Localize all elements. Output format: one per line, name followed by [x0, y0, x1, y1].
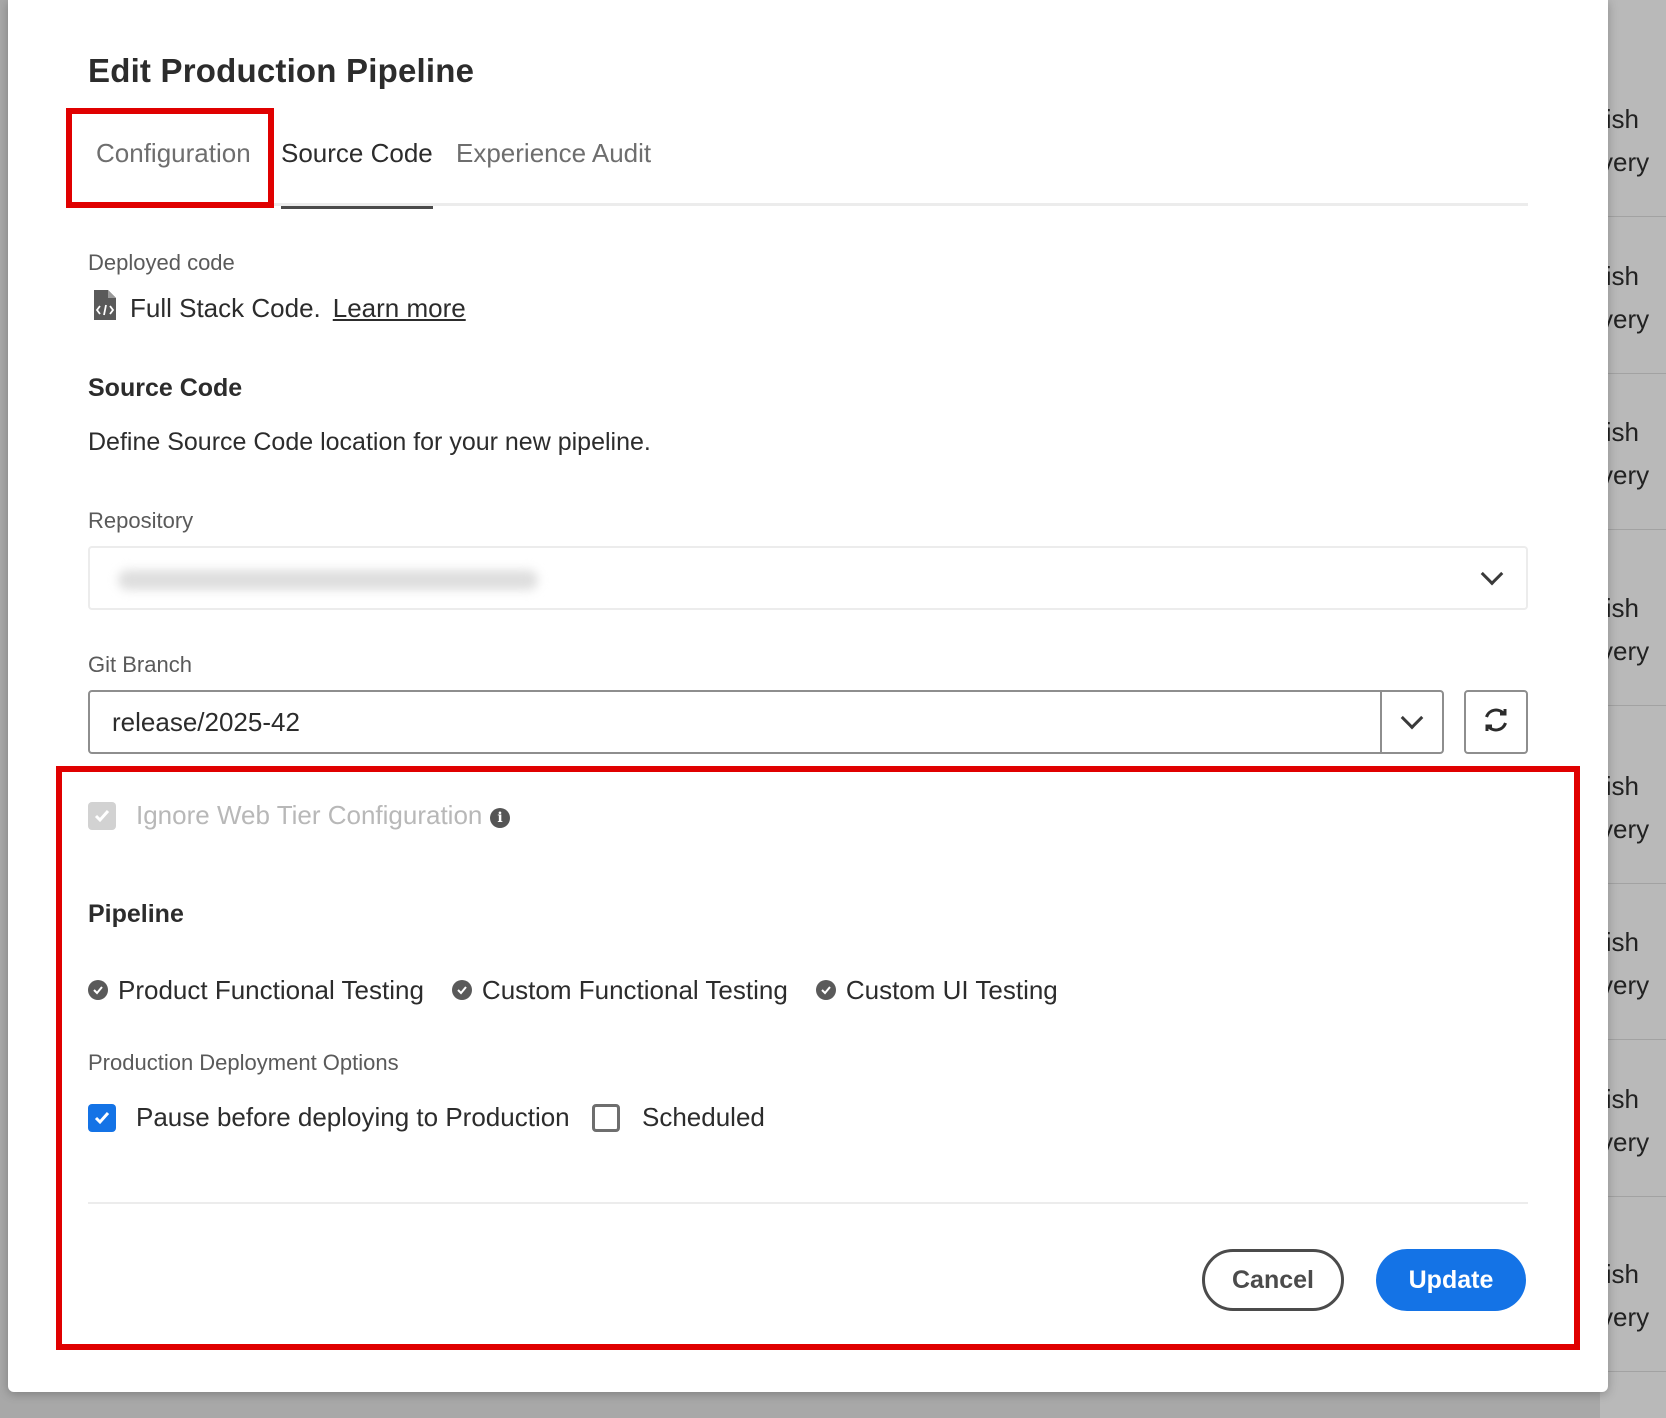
deployed-code-row: Full Stack Code. Learn more [92, 288, 466, 328]
background-row: lish very [1600, 883, 1666, 1040]
deployed-code-label: Deployed code [88, 250, 235, 275]
pipeline-step: Custom Functional Testing [451, 975, 788, 1006]
edit-pipeline-dialog: Edit Production Pipeline Configuration S… [8, 0, 1608, 1392]
git-branch-combobox [88, 690, 1444, 754]
checkmark-circle-icon [88, 980, 108, 1000]
background-row: lish very [1600, 217, 1666, 374]
pipeline-step: Product Functional Testing [88, 975, 424, 1006]
learn-more-link[interactable]: Learn more [333, 293, 466, 324]
tab-configuration[interactable]: Configuration [96, 138, 251, 206]
background-list-strip: lish very lish very lish very lish very … [1600, 0, 1666, 1418]
git-branch-dropdown-button[interactable] [1382, 692, 1442, 752]
chevron-down-icon [1400, 706, 1424, 730]
tab-source-code[interactable]: Source Code [281, 138, 433, 209]
update-button[interactable]: Update [1376, 1249, 1526, 1311]
production-options-label: Production Deployment Options [88, 1050, 399, 1075]
ignore-web-tier-checkbox [88, 802, 116, 830]
background-row: lish very [1600, 727, 1666, 884]
pipeline-heading: Pipeline [88, 900, 184, 928]
cancel-button[interactable]: Cancel [1202, 1249, 1344, 1311]
git-branch-input[interactable] [90, 692, 1382, 752]
source-code-heading: Source Code [88, 374, 243, 402]
background-row: lish very [1600, 373, 1666, 530]
repository-label: Repository [88, 508, 194, 533]
checkmark-circle-icon [815, 980, 836, 1000]
repository-picker[interactable] [88, 546, 1528, 610]
checkmark-circle-icon [451, 980, 472, 1000]
git-branch-label: Git Branch [88, 652, 192, 677]
pipeline-step: Custom UI Testing [815, 975, 1058, 1006]
deployed-code-value: Full Stack Code. [130, 292, 321, 323]
pause-before-production-label: Pause before deploying to Production [136, 1102, 570, 1132]
chevron-down-icon [1480, 562, 1504, 586]
refresh-branches-button[interactable] [1464, 690, 1528, 754]
tab-bar: Configuration Source Code Experience Aud… [88, 128, 1528, 209]
footer-divider [88, 1202, 1528, 1204]
refresh-icon [1481, 705, 1511, 740]
background-row: lish very [1600, 1215, 1666, 1372]
tab-experience-audit[interactable]: Experience Audit [456, 138, 651, 206]
info-icon[interactable]: i [490, 808, 510, 828]
dialog-title: Edit Production Pipeline [88, 52, 475, 89]
background-row: lish very [1600, 1040, 1666, 1197]
scheduled-label: Scheduled [642, 1102, 765, 1132]
scheduled-checkbox[interactable] [592, 1104, 620, 1132]
ignore-web-tier-label: Ignore Web Tier Configuration [136, 800, 483, 830]
code-file-icon [92, 289, 118, 328]
pipeline-steps-list: Product Functional Testing Custom Functi… [88, 972, 1086, 1008]
pause-before-production-checkbox[interactable] [88, 1104, 116, 1132]
background-row: lish very [1600, 549, 1666, 706]
background-row: lish very [1600, 60, 1666, 217]
repository-value-redacted [118, 570, 538, 590]
source-code-description: Define Source Code location for your new… [88, 428, 651, 456]
